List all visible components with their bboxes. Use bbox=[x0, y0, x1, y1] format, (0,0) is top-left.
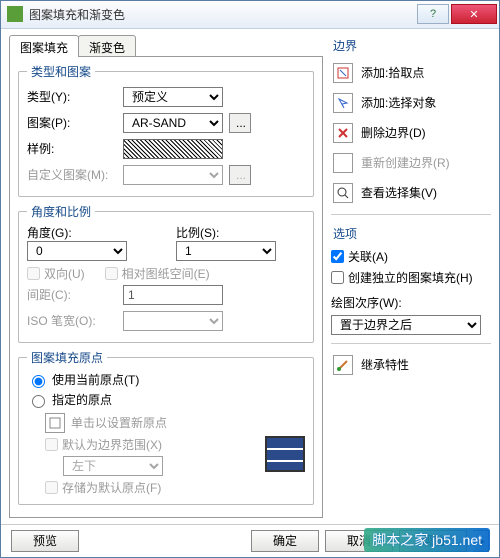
isopen-label: ISO 笔宽(O): bbox=[27, 312, 117, 329]
tabs: 图案填充 渐变色 bbox=[9, 35, 323, 57]
angle-label: 角度(G): bbox=[27, 224, 156, 241]
window-title: 图案填充和渐变色 bbox=[29, 6, 415, 23]
inherit-icon bbox=[333, 355, 353, 375]
ok-button[interactable]: 确定 bbox=[251, 530, 319, 552]
close-button[interactable]: ✕ bbox=[451, 4, 497, 24]
pick-point-icon bbox=[333, 63, 353, 83]
watermark: 脚本之家 jb51.net bbox=[364, 528, 490, 552]
origin-group: 图案填充原点 使用当前原点(T) 指定的原点 单击以设置新原点 默认为边界范围(… bbox=[18, 349, 314, 505]
rel-paper-checkbox: 相对图纸空间(E) bbox=[105, 265, 210, 282]
pattern-label: 图案(P): bbox=[27, 114, 117, 131]
custom-label: 自定义图案(M): bbox=[27, 166, 117, 183]
inherit-properties[interactable]: 继承特性 bbox=[331, 352, 491, 378]
type-label: 类型(Y): bbox=[27, 88, 117, 105]
hatch-dialog: 图案填充和渐变色 ? ✕ 图案填充 渐变色 类型和图案 类型(Y): 预定义 图… bbox=[0, 0, 500, 558]
swatch-label: 样例: bbox=[27, 140, 117, 157]
use-current-origin-radio[interactable]: 使用当前原点(T) bbox=[27, 370, 305, 390]
scale-label: 比例(S): bbox=[176, 224, 305, 241]
origin-pos-select: 左下 bbox=[63, 456, 163, 476]
store-default-checkbox: 存储为默认原点(F) bbox=[45, 479, 257, 496]
app-icon bbox=[7, 6, 23, 22]
click-set-label: 单击以设置新原点 bbox=[71, 414, 167, 431]
type-select[interactable]: 预定义 bbox=[123, 87, 223, 107]
draw-order-select[interactable]: 置于边界之后 bbox=[331, 315, 481, 335]
titlebar: 图案填充和渐变色 ? ✕ bbox=[1, 1, 499, 29]
double-checkbox: 双向(U) bbox=[27, 265, 85, 282]
angle-scale-legend: 角度和比例 bbox=[27, 203, 95, 220]
custom-select bbox=[123, 165, 223, 185]
recreate-icon bbox=[333, 153, 353, 173]
swatch-preview[interactable] bbox=[123, 139, 223, 159]
scale-select[interactable]: 1 bbox=[176, 241, 276, 261]
origin-preview-icon bbox=[265, 436, 305, 472]
add-pick-point[interactable]: 添加:拾取点 bbox=[331, 60, 491, 86]
add-select-objects[interactable]: 添加:选择对象 bbox=[331, 90, 491, 116]
isopen-select bbox=[123, 311, 223, 331]
preview-button[interactable]: 预览 bbox=[11, 530, 79, 552]
pattern-select[interactable]: AR-SAND bbox=[123, 113, 223, 133]
type-pattern-legend: 类型和图案 bbox=[27, 63, 95, 80]
help-button[interactable]: ? bbox=[417, 4, 449, 24]
draw-order-label: 绘图次序(W): bbox=[331, 294, 491, 311]
options-legend: 选项 bbox=[331, 223, 491, 244]
create-independent-checkbox[interactable]: 创建独立的图案填充(H) bbox=[331, 269, 491, 286]
specified-origin-radio[interactable]: 指定的原点 bbox=[27, 390, 305, 410]
tab-gradient[interactable]: 渐变色 bbox=[78, 35, 136, 57]
spacing-input bbox=[123, 285, 223, 305]
view-icon bbox=[333, 183, 353, 203]
custom-browse-button: ... bbox=[229, 165, 251, 185]
angle-scale-group: 角度和比例 角度(G): 0 比例(S): 1 双向(U) 相对图纸空间(E) … bbox=[18, 203, 314, 343]
type-pattern-group: 类型和图案 类型(Y): 预定义 图案(P): AR-SAND ... 样例: … bbox=[18, 63, 314, 197]
boundary-legend: 边界 bbox=[331, 35, 491, 56]
tab-hatch[interactable]: 图案填充 bbox=[9, 35, 79, 57]
origin-legend: 图案填充原点 bbox=[27, 349, 107, 366]
pattern-browse-button[interactable]: ... bbox=[229, 113, 251, 133]
view-selection[interactable]: 查看选择集(V) bbox=[331, 180, 491, 206]
recreate-boundary: 重新创建边界(R) bbox=[331, 150, 491, 176]
select-objects-icon bbox=[333, 93, 353, 113]
spacing-label: 间距(C): bbox=[27, 286, 117, 303]
associative-checkbox[interactable]: 关联(A) bbox=[331, 248, 491, 265]
angle-select[interactable]: 0 bbox=[27, 241, 127, 261]
delete-boundary[interactable]: 删除边界(D) bbox=[331, 120, 491, 146]
default-boundary-checkbox: 默认为边界范围(X) bbox=[45, 436, 257, 453]
pick-origin-icon bbox=[45, 413, 65, 433]
delete-icon bbox=[333, 123, 353, 143]
